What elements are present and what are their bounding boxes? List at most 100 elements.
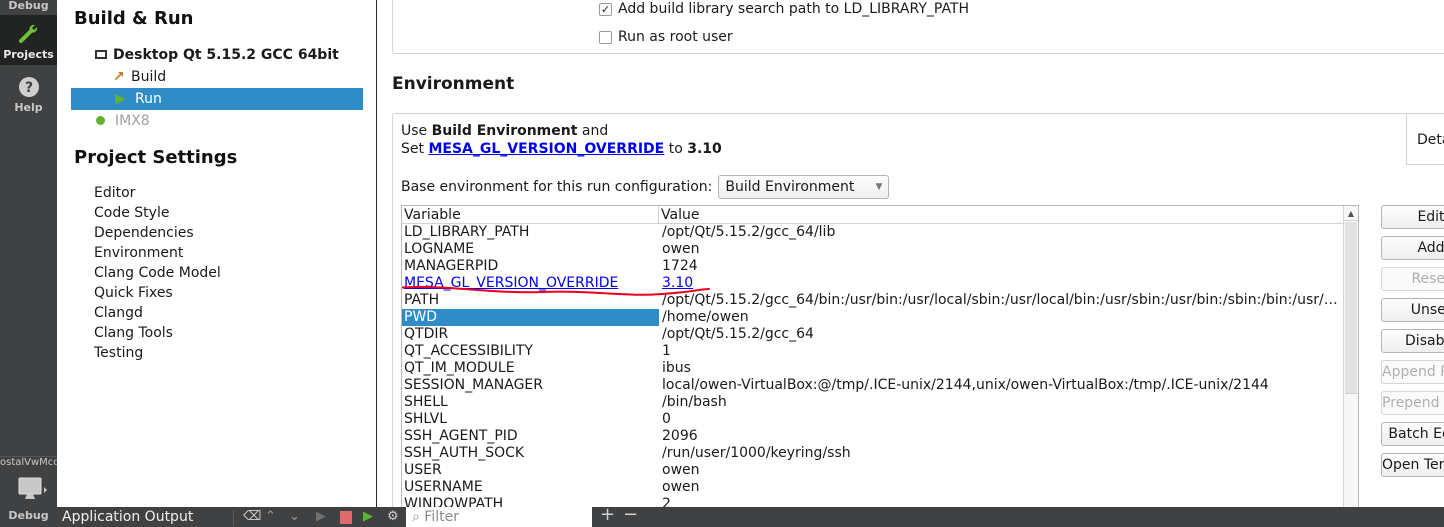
table-row[interactable]: MESA_GL_VERSION_OVERRIDE 3.10 xyxy=(402,275,1344,292)
kit-item[interactable]: Desktop Qt 5.15.2 GCC 64bit xyxy=(95,44,355,66)
tree-item-build[interactable]: ↗ Build xyxy=(71,66,363,88)
variable-cell[interactable]: SSH_AGENT_PID xyxy=(402,428,659,445)
filter-input[interactable]: ⌕ Filter xyxy=(406,507,592,527)
open-terminal-button[interactable]: Open Terminal xyxy=(1381,453,1444,477)
variable-cell[interactable]: LOGNAME xyxy=(402,241,659,258)
reset-button[interactable]: Reset xyxy=(1381,267,1444,291)
table-row[interactable]: SSH_AGENT_PID 2096 xyxy=(402,428,1344,445)
value-cell[interactable]: 3.10 xyxy=(659,275,1344,292)
clear-output-icon[interactable]: ⌫ xyxy=(243,509,261,525)
next-item-icon[interactable]: ⌄ xyxy=(289,509,300,525)
add-library-path-checkbox-row[interactable]: ✓ Add build library search path to LD_LI… xyxy=(599,1,969,17)
prepend-path-button[interactable]: Prepend Path... xyxy=(1381,391,1444,415)
hammer-icon: ↗ xyxy=(113,69,125,85)
variable-cell[interactable]: SESSION_MANAGER xyxy=(402,377,659,394)
mode-help[interactable]: ? Help xyxy=(0,76,57,116)
unset-button[interactable]: Unset xyxy=(1381,298,1444,322)
settings-item-clang-tools[interactable]: Clang Tools xyxy=(94,323,173,343)
table-row[interactable]: QTDIR/opt/Qt/5.15.2/gcc_64 xyxy=(402,326,1344,343)
variable-cell[interactable]: MESA_GL_VERSION_OVERRIDE xyxy=(402,275,659,292)
settings-item-clang-code-model[interactable]: Clang Code Model xyxy=(94,263,221,283)
tree-item-run[interactable]: ▶ Run xyxy=(71,88,363,110)
variable-cell[interactable]: SSH_AUTH_SOCK xyxy=(402,445,659,462)
settings-item-clangd[interactable]: Clangd xyxy=(94,303,143,323)
variable-cell[interactable]: LD_LIBRARY_PATH xyxy=(402,224,659,241)
stop-icon[interactable] xyxy=(340,511,352,524)
variable-cell[interactable]: QTDIR xyxy=(402,326,659,343)
table-row[interactable]: MANAGERPID 1724 xyxy=(402,258,1344,275)
value-cell[interactable]: owen xyxy=(659,479,1344,496)
table-row[interactable]: USERNAME owen xyxy=(402,479,1344,496)
variable-cell[interactable]: QT_IM_MODULE xyxy=(402,360,659,377)
mode-projects[interactable]: Projects xyxy=(0,15,57,65)
value-cell[interactable]: /opt/Qt/5.15.2/gcc_64/lib xyxy=(659,224,1344,241)
table-row[interactable]: SHELL/bin/bash xyxy=(402,394,1344,411)
edit-button[interactable]: Edit xyxy=(1381,205,1444,229)
table-row[interactable]: SHLVL 0 xyxy=(402,411,1344,428)
previous-item-icon[interactable]: ⌃ xyxy=(265,509,276,525)
summary-variable-link[interactable]: MESA_GL_VERSION_OVERRIDE xyxy=(428,141,664,157)
table-row[interactable]: LOGNAME owen xyxy=(402,241,1344,258)
settings-item-dependencies[interactable]: Dependencies xyxy=(94,223,194,243)
table-row[interactable]: PWD/home/owen xyxy=(402,309,1344,326)
variable-cell[interactable]: PATH xyxy=(402,292,659,309)
scroll-up-icon[interactable]: ▲ xyxy=(1344,206,1358,221)
value-cell[interactable]: /home/owen xyxy=(659,309,1344,326)
attach-debugger-icon[interactable]: ▶ xyxy=(363,509,373,525)
toolbar-separator xyxy=(233,510,234,526)
table-row[interactable]: USER owen xyxy=(402,462,1344,479)
kit-selector-button[interactable] xyxy=(0,476,57,506)
table-row[interactable]: QT_IM_MODULE ibus xyxy=(402,360,1344,377)
column-header-variable[interactable]: Variable xyxy=(402,206,659,224)
column-header-value[interactable]: Value xyxy=(659,206,1344,224)
variable-cell[interactable]: MANAGERPID xyxy=(402,258,659,275)
value-cell[interactable]: owen xyxy=(659,241,1344,258)
table-row[interactable]: LD_LIBRARY_PATH/opt/Qt/5.15.2/gcc_64/lib xyxy=(402,224,1344,241)
tree-item-imx8[interactable]: IMX8 xyxy=(71,110,363,132)
value-cell[interactable]: /run/user/1000/keyring/ssh xyxy=(659,445,1344,462)
value-cell[interactable]: /opt/Qt/5.15.2/gcc_64 xyxy=(659,326,1344,343)
variable-cell[interactable]: USERNAME xyxy=(402,479,659,496)
value-cell[interactable]: owen xyxy=(659,462,1344,479)
value-cell[interactable]: ibus xyxy=(659,360,1344,377)
table-row[interactable]: SESSION_MANAGER local/owen-VirtualBox:@/t… xyxy=(402,377,1344,394)
run-as-root-checkbox[interactable] xyxy=(599,30,612,44)
table-scrollbar[interactable]: ▲ xyxy=(1343,206,1358,514)
details-toggle-button[interactable]: Deta xyxy=(1406,114,1444,165)
rerun-icon[interactable]: ▶ xyxy=(316,509,326,525)
variable-cell[interactable]: USER xyxy=(402,462,659,479)
settings-item-editor[interactable]: Editor xyxy=(94,183,135,203)
batch-edit-button[interactable]: Batch Edit... xyxy=(1381,422,1444,446)
value-cell[interactable]: 2096 xyxy=(659,428,1344,445)
append-path-button[interactable]: Append Path... xyxy=(1381,360,1444,384)
disable-button[interactable]: Disable xyxy=(1381,329,1444,353)
value-cell[interactable]: 1724 xyxy=(659,258,1344,275)
variable-cell[interactable]: SHLVL xyxy=(402,411,659,428)
variable-cell[interactable]: QT_ACCESSIBILITY xyxy=(402,343,659,360)
value-cell[interactable]: /opt/Qt/5.15.2/gcc_64/bin:/usr/bin:/usr/… xyxy=(659,292,1344,309)
add-output-icon[interactable]: + xyxy=(600,506,615,524)
scrollbar-thumb[interactable] xyxy=(1345,222,1357,394)
value-cell[interactable]: /bin/bash xyxy=(659,394,1344,411)
settings-item-code-style[interactable]: Code Style xyxy=(94,203,169,223)
remove-output-icon[interactable]: − xyxy=(623,506,638,524)
base-environment-select[interactable]: Build Environment ▼ xyxy=(718,175,890,199)
variable-cell[interactable]: PWD xyxy=(402,309,659,326)
settings-item-environment[interactable]: Environment xyxy=(94,243,183,263)
search-icon: ⌕ xyxy=(412,509,425,525)
table-row[interactable]: PATH/opt/Qt/5.15.2/gcc_64/bin:/usr/bin:/… xyxy=(402,292,1344,309)
value-cell[interactable]: 1 xyxy=(659,343,1344,360)
value-cell[interactable]: 0 xyxy=(659,411,1344,428)
add-library-path-checkbox[interactable]: ✓ xyxy=(599,2,612,16)
add-button[interactable]: Add xyxy=(1381,236,1444,260)
table-row[interactable]: SSH_AUTH_SOCK/run/user/1000/keyring/ssh xyxy=(402,445,1344,462)
output-pane-title[interactable]: Application Output xyxy=(62,509,193,525)
settings-item-quick-fixes[interactable]: Quick Fixes xyxy=(94,283,173,303)
settings-item-testing[interactable]: Testing xyxy=(94,343,143,363)
mode-debug[interactable]: Debug xyxy=(0,0,57,14)
run-as-root-checkbox-row[interactable]: Run as root user xyxy=(599,29,733,45)
table-row[interactable]: QT_ACCESSIBILITY 1 xyxy=(402,343,1344,360)
variable-cell[interactable]: SHELL xyxy=(402,394,659,411)
value-cell[interactable]: local/owen-VirtualBox:@/tmp/.ICE-unix/21… xyxy=(659,377,1344,394)
gear-icon[interactable]: ⚙ xyxy=(387,509,399,525)
